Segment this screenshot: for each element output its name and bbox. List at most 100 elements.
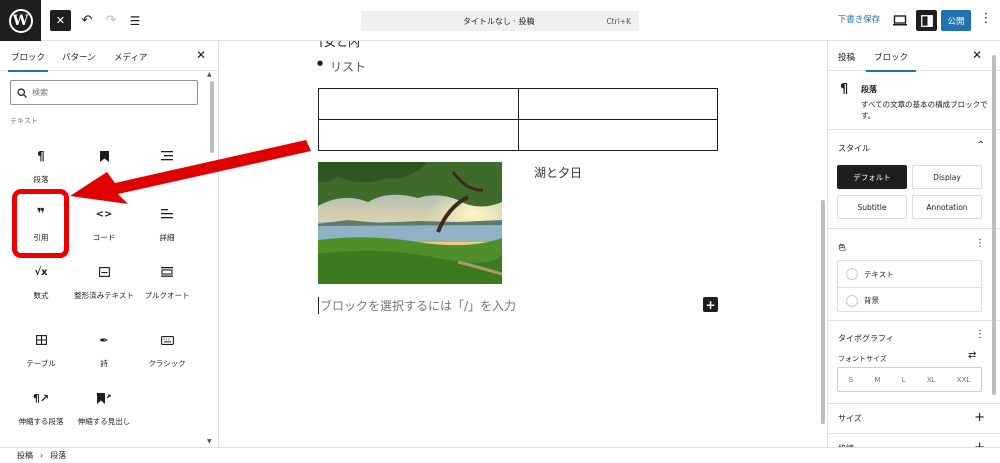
search-icon	[17, 87, 27, 98]
table-cell[interactable]	[517, 119, 718, 151]
undo-icon[interactable]: ↶	[77, 10, 97, 31]
list-block-item[interactable]: リスト	[317, 58, 366, 75]
scroll-down-icon[interactable]: ▼	[207, 438, 212, 445]
dimensions-panel: サイズ +	[828, 404, 1000, 434]
custom-size-icon[interactable]: ⇄	[968, 350, 976, 361]
block-label: 数式	[33, 291, 49, 300]
color-text-label: テキスト	[864, 269, 894, 279]
scrollbar-thumb[interactable]	[210, 81, 214, 153]
inserter-scrollbar[interactable]	[209, 71, 215, 447]
block-card-title: 段落	[861, 85, 877, 94]
styles-panel: スタイル ⌃ デフォルト Display Subtitle Annotation	[828, 130, 1000, 229]
document-title: タイトルなし · 投稿	[462, 16, 535, 26]
plus-icon[interactable]: +	[974, 410, 985, 425]
cropped-heading[interactable]: †女と内	[318, 41, 360, 50]
block-card: ¶ 段落 すべての文章の基本の構成ブロックです。	[828, 71, 1000, 130]
preview-icon[interactable]	[892, 13, 908, 27]
table-cell[interactable]	[517, 88, 718, 120]
tab-block[interactable]: ブロック	[865, 51, 917, 72]
font-size-m[interactable]: M	[874, 376, 880, 384]
color-background-item[interactable]: 背景	[838, 287, 983, 313]
breadcrumb-paragraph[interactable]: 段落	[50, 450, 66, 461]
sidebar-icon	[920, 14, 933, 27]
wordpress-logo-button[interactable]: W	[0, 0, 41, 41]
dimensions-panel-title[interactable]: サイズ	[838, 413, 862, 424]
color-swatch	[846, 294, 858, 307]
breadcrumb-post[interactable]: 投稿	[17, 450, 33, 461]
inserter-tabs: ブロック パターン メディア ✕	[0, 41, 218, 72]
add-block-button[interactable]: +	[703, 297, 718, 312]
color-text-item[interactable]: テキスト	[838, 261, 983, 287]
block-item-list[interactable]: スト	[136, 147, 198, 185]
bookmark-icon	[99, 147, 109, 165]
command-palette-bar[interactable]: タイトルなし · 投稿 Ctrl+K	[361, 11, 639, 31]
block-breadcrumb: 投稿 › 段落	[0, 447, 1000, 463]
media-text-content[interactable]: 湖と夕日	[534, 164, 582, 181]
font-size-s[interactable]: S	[849, 376, 853, 384]
sidebar-scrollbar[interactable]	[992, 51, 997, 441]
block-item-code[interactable]: <> コード	[73, 205, 135, 243]
annotation-highlight-box	[12, 189, 69, 258]
block-label: 整形済みテキスト	[74, 291, 134, 300]
block-item-math[interactable]: √x 数式	[10, 263, 72, 301]
keyboard-icon	[160, 331, 174, 349]
style-subtitle-button[interactable]: Subtitle	[837, 195, 907, 219]
block-label: コード	[92, 233, 116, 242]
canvas-scrollbar[interactable]	[820, 41, 826, 447]
lake-sunset-image[interactable]	[318, 162, 502, 284]
style-display-button[interactable]: Display	[912, 165, 982, 189]
scrollbar-thumb[interactable]	[821, 200, 825, 424]
block-item-verse[interactable]: ✒ 詩	[73, 331, 135, 369]
font-size-picker: S M L XL XXL	[837, 367, 982, 392]
preformatted-icon	[98, 263, 110, 281]
block-item-pullquote[interactable]: プルクオート	[136, 263, 198, 301]
block-item-fit-paragraph[interactable]: ¶↗ 伸縮する段落	[10, 389, 72, 427]
tab-media[interactable]: メディア	[114, 51, 147, 63]
block-item-classic[interactable]: クラシック	[136, 331, 198, 369]
block-label: 詳細	[159, 233, 175, 242]
inserter-close-toggle[interactable]: ✕	[50, 10, 71, 31]
block-label: テーブル	[26, 359, 56, 368]
block-item-heading[interactable]	[73, 147, 135, 174]
font-size-l[interactable]: L	[902, 376, 906, 384]
save-draft-button[interactable]: 下書き保存	[833, 13, 885, 25]
settings-sidebar-toggle[interactable]	[916, 10, 937, 31]
math-icon: √x	[34, 266, 48, 278]
tab-blocks[interactable]: ブロック	[7, 51, 49, 72]
style-default-button[interactable]: デフォルト	[837, 165, 907, 189]
plus-icon[interactable]: +	[974, 440, 985, 447]
styles-panel-title[interactable]: スタイル	[838, 143, 870, 154]
tab-patterns[interactable]: パターン	[62, 51, 96, 63]
block-item-details[interactable]: 詳細	[136, 205, 198, 243]
scrollbar-thumb[interactable]	[992, 55, 996, 395]
chevron-up-icon[interactable]: ⌃	[977, 140, 985, 151]
block-item-paragraph[interactable]: ¶ 段落	[10, 147, 72, 185]
block-item-table[interactable]: テーブル	[10, 331, 72, 369]
more-options-icon[interactable]: ⋮	[979, 11, 993, 31]
editor-canvas[interactable]: †女と内 リスト	[220, 41, 826, 447]
search-input[interactable]	[32, 88, 182, 97]
table-cell[interactable]	[318, 119, 519, 151]
block-item-fit-heading[interactable]: 伸縮する見出し	[73, 389, 135, 427]
scroll-up-icon[interactable]: ▲	[207, 71, 212, 78]
fit-heading-icon	[97, 389, 111, 407]
default-block-appender[interactable]: ブロックを選択するには「/」を入力	[318, 297, 516, 314]
close-icon[interactable]: ✕	[972, 48, 982, 62]
typography-options-icon[interactable]: ⋮	[975, 329, 985, 340]
block-item-preformatted[interactable]: 整形済みテキスト	[73, 263, 135, 301]
tab-post[interactable]: 投稿	[838, 51, 855, 63]
table-cell[interactable]	[318, 88, 519, 120]
color-options-icon[interactable]: ⋮	[975, 238, 985, 249]
font-size-xl[interactable]: XL	[927, 376, 936, 384]
block-card-description: すべての文章の基本の構成ブロックです。	[861, 100, 988, 120]
font-size-xxl[interactable]: XXL	[957, 376, 971, 384]
close-icon[interactable]: ✕	[196, 48, 206, 62]
document-outline-icon[interactable]: ☰	[124, 10, 146, 31]
block-search-field[interactable]	[10, 80, 198, 105]
style-annotation-button[interactable]: Annotation	[912, 195, 982, 219]
redo-icon[interactable]: ↷	[101, 10, 121, 31]
wordpress-logo-icon: W	[8, 8, 33, 33]
publish-button[interactable]: 公開	[941, 10, 971, 31]
table-block[interactable]	[318, 88, 718, 151]
block-label: スト	[159, 175, 175, 184]
